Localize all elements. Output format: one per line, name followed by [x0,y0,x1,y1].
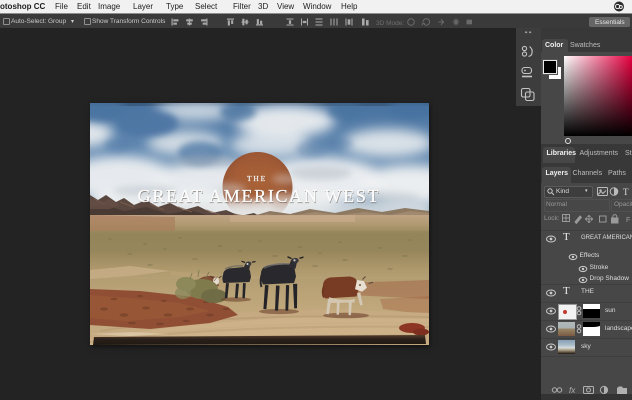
svg-text:T: T [623,187,629,197]
svg-text:GREAT AMERICAN WEST: GREAT AMERICAN WEST [138,186,381,206]
svg-text:F: F [626,217,630,224]
svg-text:3D Mode:: 3D Mode: [376,20,404,27]
svg-text:THE: THE [247,174,267,183]
